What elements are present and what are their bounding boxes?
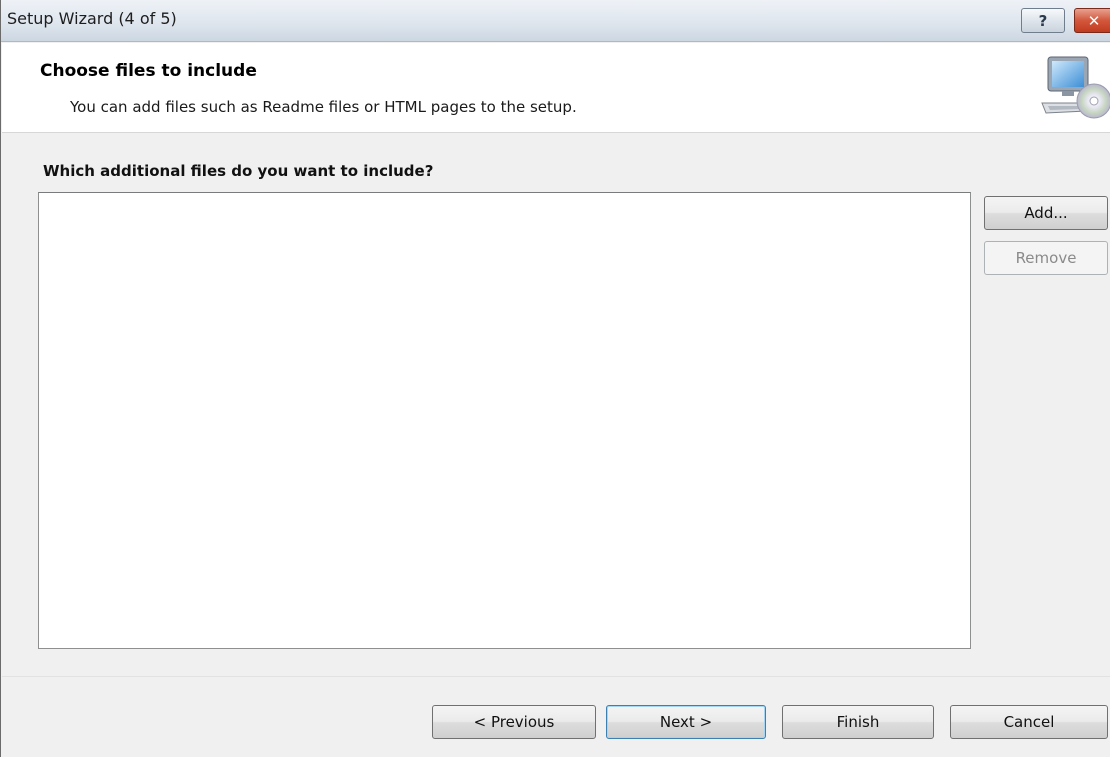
window-title: Setup Wizard (4 of 5)	[7, 9, 177, 28]
footer-divider	[2, 676, 1110, 677]
help-button[interactable]: ?	[1021, 8, 1065, 33]
title-bar[interactable]: Setup Wizard (4 of 5) ? ✕	[1, 0, 1110, 42]
computer-cd-icon	[1041, 56, 1110, 119]
close-icon: ✕	[1087, 11, 1101, 30]
previous-button[interactable]: < Previous	[432, 705, 596, 739]
setup-wizard-window: Setup Wizard (4 of 5) ? ✕ Choose files t…	[0, 0, 1110, 757]
additional-files-list[interactable]	[38, 192, 971, 649]
wizard-header: Choose files to include You can add file…	[2, 43, 1110, 133]
help-icon: ?	[1038, 11, 1048, 30]
page-subtitle: You can add files such as Readme files o…	[70, 98, 577, 116]
remove-file-button[interactable]: Remove	[984, 241, 1108, 275]
cancel-button[interactable]: Cancel	[950, 705, 1108, 739]
files-question-label: Which additional files do you want to in…	[43, 162, 434, 180]
finish-button[interactable]: Finish	[782, 705, 934, 739]
close-button[interactable]: ✕	[1074, 8, 1110, 33]
next-button[interactable]: Next >	[606, 705, 766, 739]
add-file-button[interactable]: Add...	[984, 196, 1108, 230]
page-title: Choose files to include	[40, 61, 257, 81]
